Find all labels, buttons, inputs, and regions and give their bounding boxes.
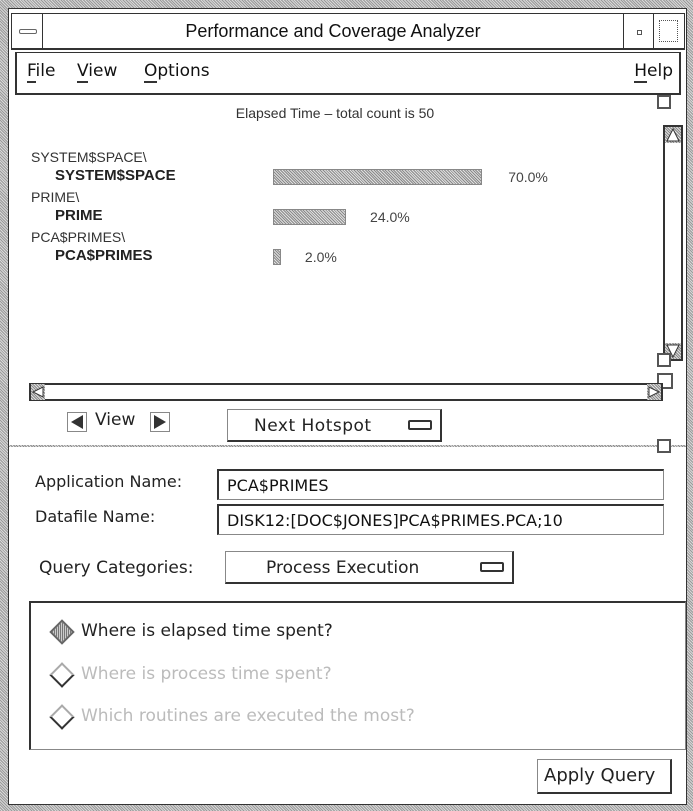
scroll-up-arrow-icon[interactable]: [665, 127, 681, 143]
menu-view[interactable]: View: [77, 61, 117, 83]
minimize-button[interactable]: [623, 14, 654, 48]
title-bar[interactable]: Performance and Coverage Analyzer: [11, 13, 685, 50]
left-arrow-icon: [71, 415, 83, 429]
view-label: View: [95, 410, 136, 430]
maximize-icon: [659, 20, 678, 42]
application-name-field[interactable]: PCA$PRIMES: [217, 469, 664, 500]
main-window: Performance and Coverage Analyzer File V…: [8, 8, 687, 805]
pane-divider[interactable]: [9, 445, 686, 447]
menu-help[interactable]: Help: [634, 61, 673, 83]
datafile-name-field[interactable]: DISK12:[DOC$JONES]PCA$PRIMES.PCA;10: [217, 504, 664, 535]
routine-path: SYSTEM$SPACE\: [31, 149, 147, 165]
window-title: Performance and Coverage Analyzer: [185, 21, 481, 41]
option-menu-indicator-icon: [408, 420, 432, 430]
histogram-percent: 70.0%: [508, 169, 548, 185]
window-menu-button[interactable]: [12, 14, 43, 48]
histogram-bar[interactable]: [273, 249, 281, 265]
menu-bar: File View Options Help: [15, 52, 681, 95]
datafile-name-label: Datafile Name:: [35, 507, 156, 526]
histogram-bar[interactable]: [273, 169, 483, 185]
scroll-bottom-anchor[interactable]: [657, 353, 671, 367]
radio-diamond-icon: [49, 662, 75, 688]
scroll-left-arrow-icon[interactable]: [31, 384, 45, 400]
scroll-right-arrow-icon[interactable]: [647, 384, 661, 400]
histogram-pane: Elapsed Time – total count is 50 SYSTEM$…: [17, 97, 653, 372]
next-hotspot-button[interactable]: Next Hotspot: [227, 409, 442, 442]
query-categories-label: Query Categories:: [39, 558, 194, 578]
pane-sash[interactable]: [657, 439, 671, 453]
scroll-top-anchor[interactable]: [657, 95, 671, 109]
routine-path: PRIME\: [31, 189, 80, 205]
right-arrow-icon: [154, 415, 166, 429]
apply-query-button[interactable]: Apply Query: [537, 759, 672, 794]
routine-name[interactable]: PRIME: [55, 207, 103, 224]
menu-options[interactable]: Options: [144, 61, 210, 83]
menu-file[interactable]: File: [27, 61, 55, 83]
option-menu-indicator-icon: [480, 562, 504, 572]
histogram-percent: 2.0%: [304, 249, 337, 265]
query-categories-select[interactable]: Process Execution: [225, 551, 514, 584]
horizontal-scrollbar[interactable]: [29, 383, 663, 401]
view-previous-button[interactable]: [67, 412, 87, 432]
window-menu-icon: [19, 29, 37, 34]
routine-path: PCA$PRIMES\: [31, 229, 126, 245]
histogram-percent: 24.0%: [370, 209, 410, 225]
radio-diamond-selected-icon: [49, 619, 75, 645]
vertical-scrollbar[interactable]: [663, 125, 683, 361]
query-radio-group: Where is elapsed time spent? Where is pr…: [29, 601, 686, 750]
application-name-label: Application Name:: [35, 472, 183, 491]
routine-name[interactable]: PCA$PRIMES: [55, 247, 153, 264]
routine-name[interactable]: SYSTEM$SPACE: [55, 167, 176, 184]
view-next-button[interactable]: [150, 412, 170, 432]
minimize-icon: [637, 30, 642, 35]
histogram-bar[interactable]: [273, 209, 347, 225]
maximize-button[interactable]: [653, 14, 684, 48]
radio-diamond-icon: [49, 704, 75, 730]
histogram-title: Elapsed Time – total count is 50: [235, 105, 435, 121]
